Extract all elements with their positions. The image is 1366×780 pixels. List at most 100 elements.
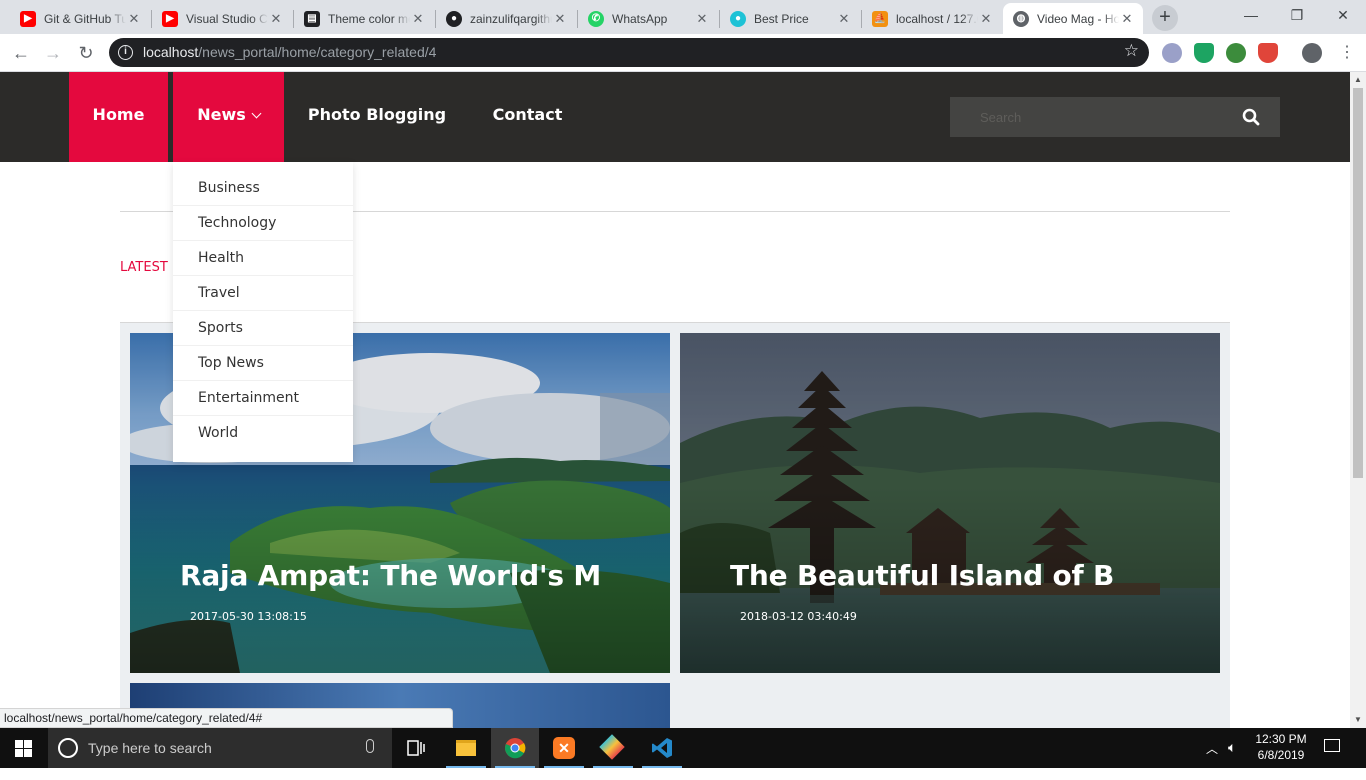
github-icon: ●	[446, 10, 462, 27]
globe-icon: ◍	[1013, 10, 1029, 27]
nav-news[interactable]: News	[173, 72, 284, 162]
youtube-icon: ▶	[20, 10, 36, 27]
document-icon: ▤	[304, 10, 320, 27]
youtube-icon: ▶	[162, 10, 178, 27]
shield-extension-icon[interactable]	[1194, 43, 1214, 63]
vscode-icon[interactable]	[638, 728, 686, 768]
new-tab-button[interactable]: +	[1152, 5, 1178, 31]
close-icon[interactable]: ✕	[410, 11, 426, 27]
close-icon[interactable]: ✕	[552, 11, 568, 27]
browser-tab[interactable]: ▶ Git & GitHub Tutorial ✕	[10, 3, 150, 34]
phpmyadmin-icon: ⛵	[872, 10, 888, 27]
web-page: Home News Photo Blogging Contact LATEST	[0, 72, 1350, 728]
close-icon[interactable]: ✕	[978, 11, 994, 27]
close-icon[interactable]: ✕	[694, 11, 710, 27]
whatsapp-icon: ✆	[588, 10, 604, 27]
file-explorer-icon[interactable]	[442, 728, 490, 768]
back-arrow-icon[interactable]: ←	[8, 40, 34, 66]
close-icon[interactable]: ✕	[1119, 11, 1135, 27]
section-label-latest: LATEST	[120, 260, 168, 275]
xampp-icon[interactable]: ✕	[540, 728, 588, 768]
browser-tab[interactable]: ✆ WhatsApp ✕	[578, 3, 718, 34]
dropdown-item-business[interactable]: Business	[173, 171, 353, 206]
news-card-title[interactable]: Raja Ampat: The World's M	[180, 559, 601, 592]
search-box	[950, 97, 1280, 137]
status-bar-url: localhost/news_portal/home/category_rela…	[0, 708, 453, 728]
browser-tab[interactable]: ● zainzulifqargithub ✕	[436, 3, 576, 34]
tab-title: Visual Studio Code	[186, 11, 268, 26]
news-dropdown-menu: Business Technology Health Travel Sports…	[173, 162, 353, 462]
browser-tab-active[interactable]: ◍ Video Mag - Home ✕	[1003, 3, 1143, 34]
tab-title: zainzulifqargithub	[470, 11, 552, 26]
dropdown-item-world[interactable]: World	[173, 416, 353, 451]
dropdown-item-travel[interactable]: Travel	[173, 276, 353, 311]
dropdown-item-technology[interactable]: Technology	[173, 206, 353, 241]
clock-time: 12:30 PM	[1255, 732, 1307, 746]
close-icon[interactable]: ✕	[836, 11, 852, 27]
tab-title: Video Mag - Home	[1037, 11, 1119, 26]
cortana-icon	[58, 738, 78, 758]
extension-icon[interactable]	[1162, 43, 1182, 63]
windows-start-icon[interactable]	[15, 740, 32, 757]
info-icon[interactable]: i	[118, 45, 133, 60]
restore-button[interactable]: ❐	[1274, 0, 1320, 30]
taskbar-search[interactable]: Type here to search	[48, 728, 392, 768]
forward-arrow-icon[interactable]: →	[40, 40, 66, 66]
nav-home[interactable]: Home	[69, 72, 168, 162]
browser-toolbar: ← → ↻ i localhost/news_portal/home/categ…	[0, 34, 1366, 72]
bookmark-star-icon[interactable]: ☆	[1124, 41, 1139, 61]
nav-news-label: News	[197, 105, 246, 124]
news-card-title[interactable]: The Beautiful Island of B	[730, 559, 1114, 592]
close-window-button[interactable]: ✕	[1320, 0, 1366, 30]
dropdown-item-health[interactable]: Health	[173, 241, 353, 276]
notifications-icon[interactable]	[1324, 739, 1340, 779]
search-icon[interactable]	[1242, 108, 1260, 126]
site-navbar: Home News Photo Blogging Contact	[0, 72, 1350, 162]
browser-tab[interactable]: ▶ Visual Studio Code ✕	[152, 3, 292, 34]
url-text[interactable]: localhost/news_portal/home/category_rela…	[143, 44, 436, 60]
page-scrollbar[interactable]: ▲ ▼	[1350, 72, 1366, 728]
scroll-down-icon[interactable]: ▼	[1350, 712, 1366, 728]
news-card-date: 2018-03-12 03:40:49	[740, 610, 857, 623]
search-input[interactable]	[950, 97, 1230, 137]
dropdown-item-top-news[interactable]: Top News	[173, 346, 353, 381]
clock[interactable]: 12:30 PM 6/8/2019	[1250, 728, 1312, 768]
address-bar[interactable]: i localhost/news_portal/home/category_re…	[109, 38, 1149, 67]
browser-tab[interactable]: ▤ Theme color meta ✕	[294, 3, 434, 34]
clock-date: 6/8/2019	[1257, 748, 1305, 762]
windows-taskbar: Type here to search ✕ ︿ 🔈︎ 12:30 PM 6/8/…	[0, 728, 1366, 768]
task-view-icon[interactable]	[392, 728, 440, 768]
dropdown-item-sports[interactable]: Sports	[173, 311, 353, 346]
nav-contact[interactable]: Contact	[476, 72, 579, 162]
scroll-up-icon[interactable]: ▲	[1350, 72, 1366, 88]
tab-title: Git & GitHub Tutorial	[44, 11, 126, 26]
microphone-icon[interactable]	[366, 739, 374, 753]
nav-photo-blogging[interactable]: Photo Blogging	[296, 72, 458, 162]
minimize-button[interactable]: —	[1228, 0, 1274, 30]
menu-icon[interactable]: ⋮	[1334, 40, 1360, 66]
news-card-date: 2017-05-30 13:08:15	[190, 610, 307, 623]
close-icon[interactable]: ✕	[268, 11, 284, 27]
scrollbar-thumb[interactable]	[1353, 88, 1363, 478]
browser-tab[interactable]: ● Best Price ✕	[720, 3, 860, 34]
browser-tab-bar: ▶ Git & GitHub Tutorial ✕ ▶ Visual Studi…	[0, 0, 1366, 34]
tab-title: Theme color meta	[328, 11, 410, 26]
close-icon[interactable]: ✕	[126, 11, 142, 27]
bestprice-icon: ●	[730, 10, 746, 27]
news-card[interactable]: The Beautiful Island of B 2018-03-12 03:…	[680, 333, 1220, 673]
taskbar-search-text: Type here to search	[88, 740, 212, 756]
git-kraken-icon[interactable]	[589, 728, 637, 768]
chrome-taskbar-icon[interactable]	[491, 728, 539, 768]
tab-title: Best Price	[754, 11, 809, 26]
chevron-up-icon[interactable]: ︿	[1206, 740, 1218, 780]
profile-icon[interactable]	[1302, 43, 1322, 63]
volume-icon[interactable]: 🔈︎	[1228, 739, 1236, 779]
globe-extension-icon[interactable]	[1226, 43, 1246, 63]
chevron-down-icon	[251, 108, 262, 119]
tab-title: localhost / 127.0.0.1	[896, 11, 978, 26]
tab-title: WhatsApp	[612, 11, 668, 26]
reload-icon[interactable]: ↻	[73, 40, 99, 66]
dropdown-item-entertainment[interactable]: Entertainment	[173, 381, 353, 416]
browser-tab[interactable]: ⛵ localhost / 127.0.0.1 ✕	[862, 3, 1002, 34]
adblock-extension-icon[interactable]	[1258, 43, 1278, 63]
